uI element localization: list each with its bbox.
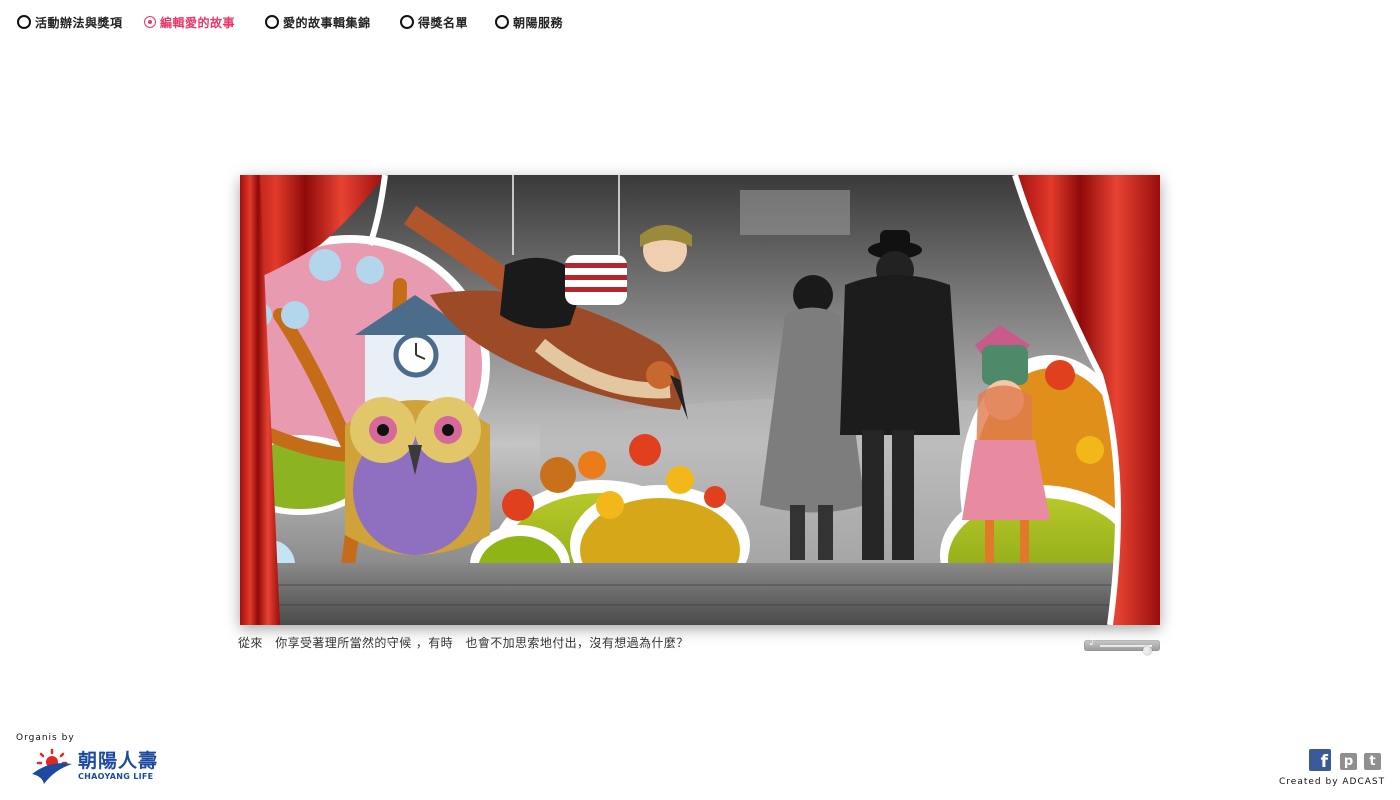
story-caption: 從來 你享受著理所當然的守候 ，有時 也會不加思索地付出，沒有想過為什麼？ <box>238 636 689 650</box>
plurk-icon[interactable]: p <box>1340 753 1357 770</box>
nav-item-label: 活動辦法與獎項 <box>35 15 123 30</box>
radio-icon <box>400 15 414 29</box>
volume-slider[interactable]: ♪ <box>1084 637 1160 655</box>
radio-icon <box>17 15 31 29</box>
nav-item-rules[interactable]: 活動辦法與獎項 <box>17 11 123 33</box>
volume-knob[interactable] <box>1142 646 1152 655</box>
radio-icon <box>495 15 509 29</box>
facebook-icon[interactable]: f <box>1309 749 1331 772</box>
chaoyang-logo[interactable]: 朝陽人壽 CHAOYANG LIFE <box>30 748 158 784</box>
radio-icon <box>265 15 279 29</box>
nav-item-winners[interactable]: 得獎名單 <box>400 11 468 33</box>
background-building <box>740 190 850 235</box>
nav-item-story-collection[interactable]: 愛的故事輯集錦 <box>265 11 371 33</box>
logo-text: 朝陽人壽 CHAOYANG LIFE <box>78 749 159 781</box>
organiser-label: Organis by <box>16 733 75 743</box>
music-note-icon: ♪ <box>1089 637 1096 648</box>
volume-track[interactable] <box>1100 645 1152 655</box>
story-stage[interactable] <box>240 175 1160 625</box>
volume-fill <box>1100 645 1147 647</box>
created-by-label: Created by ADCAST <box>1279 777 1386 787</box>
twitter-icon[interactable]: t <box>1364 753 1381 770</box>
owl <box>345 397 490 555</box>
radio-selected-icon <box>144 16 156 28</box>
logo-cn: 朝陽人壽 <box>78 749 159 772</box>
logo-en: CHAOYANG LIFE <box>78 771 154 781</box>
nav-item-label: 得獎名單 <box>418 15 469 30</box>
nav-item-services[interactable]: 朝陽服務 <box>495 11 563 33</box>
nav-item-edit-story[interactable]: 編輯愛的故事 <box>144 11 235 33</box>
stage-floor <box>240 563 1160 625</box>
stage-illustration <box>240 175 1160 625</box>
nav-item-label: 朝陽服務 <box>513 15 564 30</box>
nav-item-label: 編輯愛的故事 <box>160 15 236 30</box>
nav-item-label: 愛的故事輯集錦 <box>283 15 371 30</box>
sun-bird-icon <box>32 748 72 784</box>
